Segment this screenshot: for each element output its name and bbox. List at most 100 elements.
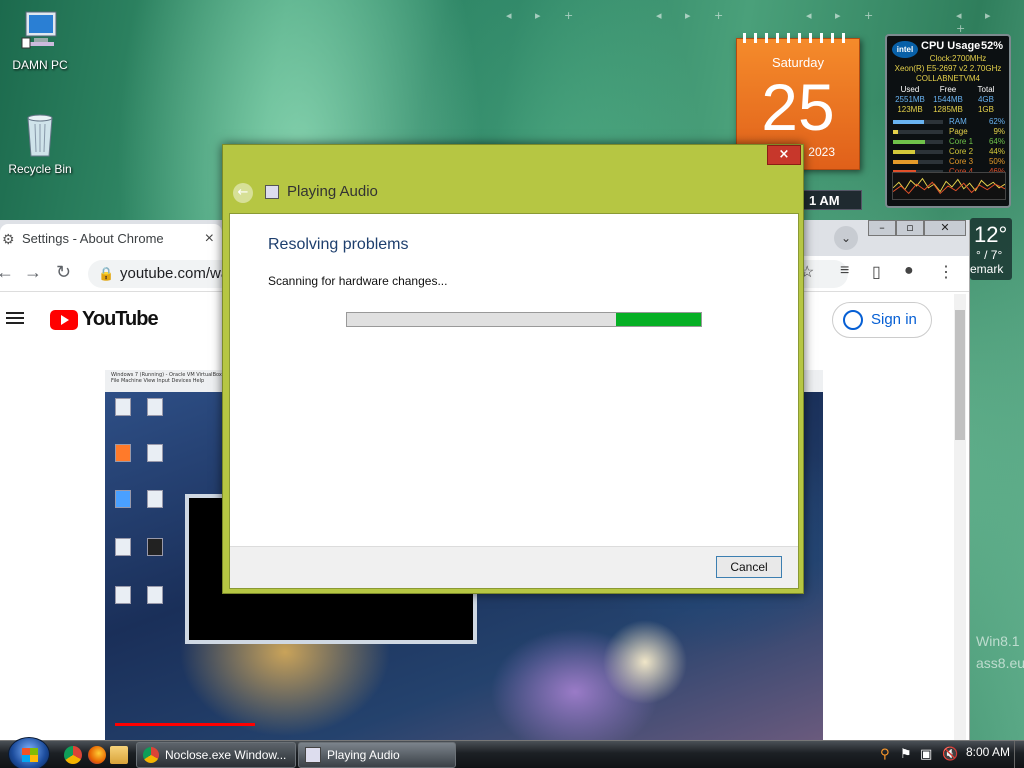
guide-menu-icon[interactable] [6, 312, 24, 324]
video-desktop-icon [147, 586, 163, 604]
tab-close-button[interactable]: × [205, 224, 214, 254]
dialog-close-button[interactable]: × [767, 145, 801, 165]
dialog-heading: Resolving problems [268, 236, 409, 253]
cpu-model: Xeon(R) E5-2697 v2 2.70GHz [894, 64, 1002, 73]
video-desktop-icon [115, 490, 131, 508]
action-center-flag-icon[interactable]: ⚑ [900, 747, 912, 762]
video-desktop-icon [147, 398, 163, 416]
address-bar-url: youtube.com/wa [120, 265, 230, 282]
video-progress-bar[interactable] [115, 723, 255, 726]
troubleshooter-icon [305, 747, 321, 763]
cpu-bar-core-2 [893, 150, 943, 154]
start-button[interactable] [8, 737, 50, 768]
back-arrow-icon[interactable]: ← [233, 183, 253, 203]
calendar-year: 2023 [808, 145, 835, 159]
dialog-status-text: Scanning for hardware changes... [268, 274, 448, 288]
cpu-bar-label: Core 3 50% [949, 157, 1005, 166]
taskbar: Noclose.exe Window... Playing Audio ⚲ ⚑ … [0, 737, 1024, 768]
volume-muted-icon[interactable]: 🔇 [942, 747, 958, 762]
reload-icon[interactable]: ↻ [56, 262, 71, 283]
cancel-button[interactable]: Cancel [716, 556, 782, 578]
desktop-icon-recycle-bin[interactable]: Recycle Bin [0, 112, 80, 176]
gear-icon: ⚙ [2, 231, 15, 247]
tab-search-button[interactable]: ⌄ [834, 226, 858, 250]
forward-arrow-icon[interactable]: → [24, 262, 42, 283]
gadget-nav-arrows[interactable]: ◂ ▸ + [806, 9, 883, 22]
side-panel-icon[interactable]: ▯ [872, 262, 881, 282]
cpu-bar-label: Core 1 64% [949, 137, 1005, 146]
gadget-nav-arrows[interactable]: ◂ ▸ + [506, 9, 583, 22]
cpu-host: COLLABNETVM4 [915, 74, 981, 83]
video-desktop-icon [115, 444, 131, 462]
dialog-body: Resolving problems Scanning for hardware… [229, 213, 799, 589]
network-icon[interactable]: ▣ [920, 747, 932, 762]
more-menu-icon[interactable]: ⋮ [938, 262, 954, 282]
media-control-icon[interactable]: ≡ [840, 262, 849, 280]
firefox-icon[interactable] [88, 746, 106, 764]
progress-bar [346, 312, 702, 327]
cpu-bar-core-1 [893, 140, 943, 144]
clock-gadget: 1 AM [802, 190, 862, 210]
lock-icon: 🔒 [98, 266, 115, 281]
video-desktop-icon [115, 586, 131, 604]
cpu-bar-label: Page 9% [949, 127, 1005, 136]
weather-gadget[interactable]: 12° ° / 7° emark [970, 218, 1012, 280]
taskbar-button-noclose[interactable]: Noclose.exe Window... [136, 742, 296, 768]
maximize-button[interactable]: ▫ [896, 220, 924, 236]
video-desktop-icon [147, 490, 163, 508]
folder-icon[interactable] [110, 746, 128, 764]
computer-icon [21, 11, 57, 49]
tab-title: Settings - About Chrome [22, 231, 164, 246]
cpu-bar-label: Core 2 44% [949, 147, 1005, 156]
cpu-bar-label: RAM 62% [949, 117, 1005, 126]
calendar-day: 25 [761, 70, 835, 144]
video-desktop-icon [147, 444, 163, 462]
youtube-logo[interactable]: YouTube [50, 308, 159, 331]
chrome-icon[interactable] [64, 746, 82, 764]
cpu-bar-core-3 [893, 160, 943, 164]
playing-audio-dialog[interactable]: × ← Playing Audio Resolving problems Sca… [222, 144, 804, 594]
minimize-button[interactable]: – [868, 220, 896, 236]
show-desktop-button[interactable] [1014, 741, 1024, 768]
chrome-icon [143, 747, 159, 763]
troubleshooter-icon [265, 185, 279, 199]
cpu-history-graph [892, 172, 1006, 200]
calendar-rings [743, 33, 853, 43]
cpu-usage-gadget[interactable]: intel CPU Usage 52% Clock:2700MHz Xeon(R… [885, 34, 1011, 208]
video-desktop-icon [147, 538, 163, 556]
calendar-weekday: Saturday [771, 55, 825, 70]
taskbar-button-playing-audio[interactable]: Playing Audio [298, 742, 456, 768]
sign-in-button[interactable]: Sign in [832, 302, 932, 338]
desktop-icon-label: Recycle Bin [8, 162, 72, 176]
page-row: 123MB 1285MB 1GB [897, 105, 994, 114]
user-icon[interactable]: ● [904, 262, 914, 280]
cpu-bar-ram [893, 120, 943, 124]
desktop-icon-damn-pc[interactable]: DAMN PC [0, 8, 80, 72]
video-desktop-icon [115, 538, 131, 556]
dialog-title: Playing Audio [287, 183, 378, 200]
scrollbar-thumb[interactable] [955, 310, 965, 440]
progress-bar-fill [616, 313, 701, 326]
tab-settings-about-chrome[interactable]: ⚙ Settings - About Chrome × [0, 224, 222, 256]
gadget-nav-arrows[interactable]: ◂ ▸ + [656, 9, 733, 22]
os-watermark: Win8.1 ass8.eu [976, 633, 1024, 671]
mem-row: 2551MB 1544MB 4GB [895, 95, 994, 104]
weather-range: ° / 7° [976, 248, 1003, 262]
youtube-play-icon [50, 309, 78, 330]
account-icon [843, 310, 863, 330]
dialog-footer: Cancel [230, 546, 798, 588]
search-icon[interactable]: ⚲ [880, 747, 890, 762]
cpu-bar-page [893, 130, 943, 134]
gadget-nav-arrows[interactable]: ◂ ▸ + [956, 9, 1024, 35]
cpu-title: CPU Usage [921, 40, 981, 52]
page-scrollbar[interactable] [954, 294, 966, 740]
mem-headers: Used Free Total [900, 85, 995, 94]
recycle-bin-icon [27, 114, 53, 157]
cpu-percent: 52% [980, 40, 1003, 52]
cpu-clock: Clock:2700MHz [929, 54, 987, 63]
back-arrow-icon[interactable]: ← [0, 262, 14, 283]
desktop: DAMN PC Recycle Bin ◂ ▸ + ◂ ▸ + ◂ ▸ + ◂ … [0, 0, 1024, 740]
close-window-button[interactable]: ✕ [924, 220, 966, 236]
video-desktop-icon [115, 398, 131, 416]
taskbar-clock[interactable]: 8:00 AM [966, 745, 1010, 759]
